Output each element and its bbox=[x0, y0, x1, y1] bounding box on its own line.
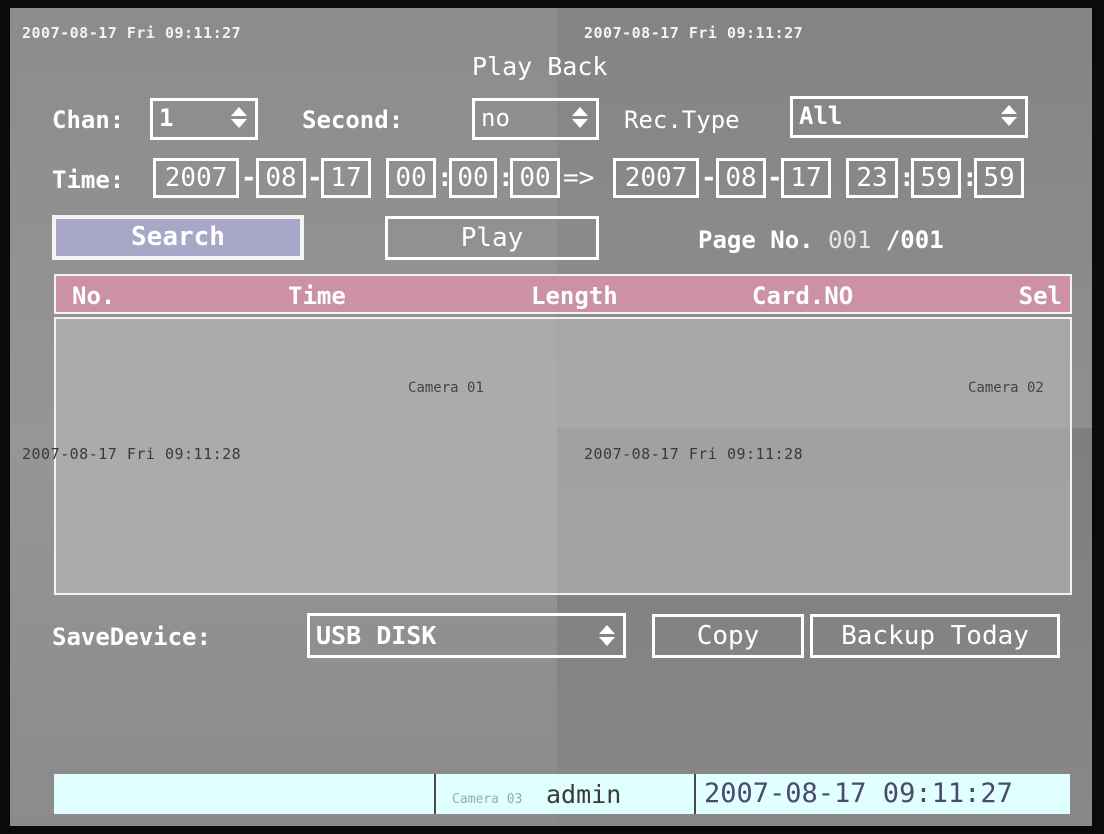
camera-label-01: Camera 01 bbox=[408, 380, 484, 396]
page-title: Play Back bbox=[472, 52, 608, 81]
save-device-label: SaveDevice: bbox=[52, 623, 211, 651]
spinner-icon bbox=[231, 107, 247, 129]
camera-label-03: Camera 03 bbox=[452, 792, 523, 807]
status-cell-empty bbox=[54, 774, 436, 814]
start-month-field[interactable]: 08 bbox=[256, 158, 306, 198]
chan-select-value: 1 bbox=[159, 104, 174, 132]
rectype-select-value: All bbox=[799, 102, 843, 130]
second-label: Second: bbox=[302, 106, 404, 134]
start-minute-field[interactable]: 00 bbox=[449, 158, 497, 198]
osd-timestamp-top-left: 2007-08-17 Fri 09:11:27 bbox=[22, 24, 242, 42]
spinner-icon bbox=[1001, 105, 1017, 127]
status-cell-clock: 2007-08-17 09:11:27 bbox=[696, 774, 1070, 814]
end-year-field[interactable]: 2007 bbox=[613, 158, 699, 198]
system-clock: 2007-08-17 09:11:27 bbox=[704, 778, 1013, 809]
osd-timestamp-top-right: 2007-08-17 Fri 09:11:27 bbox=[584, 24, 804, 42]
rectype-label: Rec.Type bbox=[624, 106, 740, 134]
second-select-value: no bbox=[481, 104, 510, 132]
start-day-field[interactable]: 17 bbox=[321, 158, 371, 198]
copy-button[interactable]: Copy bbox=[652, 614, 804, 658]
second-select[interactable]: no bbox=[472, 98, 599, 140]
date-separator: - bbox=[241, 163, 257, 193]
backup-today-button[interactable]: Backup Today bbox=[810, 614, 1060, 658]
page-current: 001 bbox=[828, 226, 872, 254]
start-hour-field[interactable]: 00 bbox=[386, 158, 436, 198]
chan-label: Chan: bbox=[52, 106, 125, 134]
play-button[interactable]: Play bbox=[385, 216, 599, 260]
page-label-text: Page No. bbox=[698, 226, 814, 254]
end-second-field[interactable]: 59 bbox=[974, 158, 1024, 198]
osd-timestamp-mid-right: 2007-08-17 Fri 09:11:28 bbox=[584, 445, 804, 463]
spinner-icon bbox=[572, 107, 588, 129]
end-hour-field[interactable]: 23 bbox=[846, 158, 898, 198]
end-month-field[interactable]: 08 bbox=[716, 158, 766, 198]
start-second-field[interactable]: 00 bbox=[510, 158, 560, 198]
status-cell-user: Camera 03 admin bbox=[436, 774, 696, 814]
column-header-no: No. bbox=[72, 282, 116, 310]
dvr-screen: 2007-08-17 Fri 09:11:27 2007-08-17 Fri 0… bbox=[10, 8, 1092, 826]
page-number-label: Page No. 001 /001 bbox=[698, 228, 944, 252]
spinner-icon bbox=[599, 625, 615, 647]
osd-timestamp-mid-left: 2007-08-17 Fri 09:11:28 bbox=[22, 445, 242, 463]
save-device-select[interactable]: USB DISK bbox=[307, 613, 626, 658]
chan-select[interactable]: 1 bbox=[150, 98, 258, 140]
status-bar: Camera 03 admin 2007-08-17 09:11:27 bbox=[54, 774, 1070, 814]
rectype-select[interactable]: All bbox=[790, 96, 1028, 138]
save-device-value: USB DISK bbox=[316, 621, 437, 650]
end-minute-field[interactable]: 59 bbox=[911, 158, 961, 198]
date-separator: - bbox=[701, 163, 717, 193]
column-header-card-no: Card.NO bbox=[752, 282, 854, 310]
time-label: Time: bbox=[52, 166, 125, 194]
start-year-field[interactable]: 2007 bbox=[153, 158, 239, 198]
column-header-time: Time bbox=[288, 282, 346, 310]
table-header: No. Time Length Card.NO Sel bbox=[54, 274, 1072, 314]
current-user: admin bbox=[546, 780, 622, 809]
end-day-field[interactable]: 17 bbox=[781, 158, 831, 198]
range-arrow: => bbox=[563, 163, 595, 193]
column-header-length: Length bbox=[531, 282, 618, 310]
camera-label-02: Camera 02 bbox=[968, 380, 1044, 396]
search-button[interactable]: Search bbox=[52, 215, 304, 260]
page-total: /001 bbox=[885, 226, 944, 254]
column-header-sel: Sel bbox=[1018, 282, 1062, 310]
